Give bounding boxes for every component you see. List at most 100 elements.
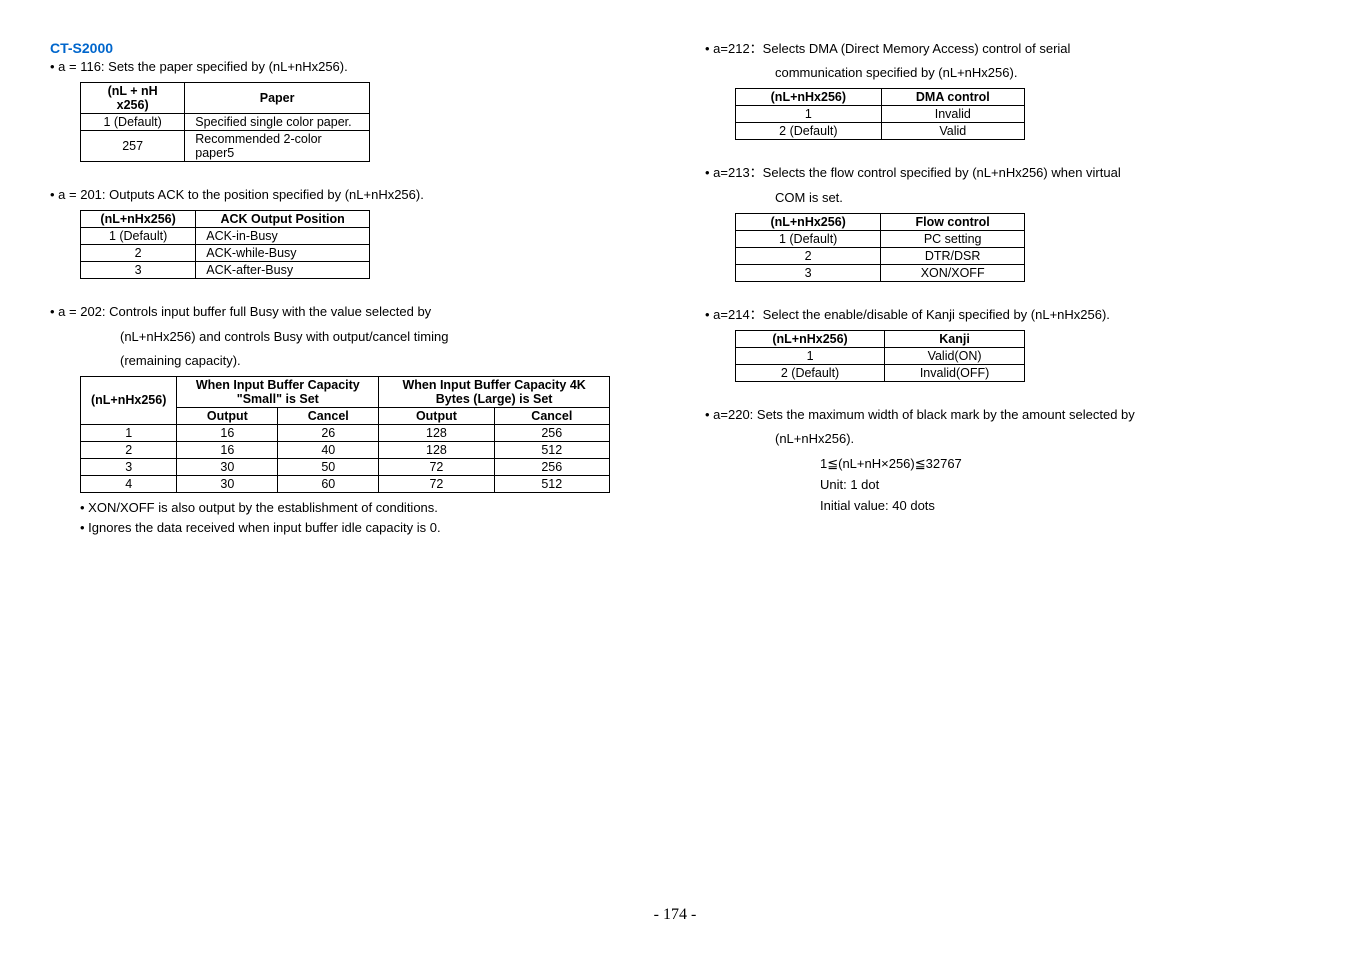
table-header: ACK Output Position [196,211,370,228]
table-header: (nL+nHx256) [736,213,881,230]
table-cell: 3 [81,262,196,279]
a202-cont2: (remaining capacity). [50,352,645,370]
table-row: 3 30 50 72 256 [81,458,610,475]
model-title: CT-S2000 [50,40,645,56]
table-cell: 3 [736,264,881,281]
two-column-layout: CT-S2000 • a = 116: Sets the paper speci… [50,40,1300,539]
table-header: (nL+nHx256) [81,376,177,424]
table-header: Paper [185,83,370,114]
table-cell: 128 [379,441,494,458]
table-header: Kanji [885,330,1025,347]
table-row: 2 ACK-while-Busy [81,245,370,262]
table-cell: XON/XOFF [881,264,1025,281]
table-row: 3 XON/XOFF [736,264,1025,281]
table-cell: ACK-while-Busy [196,245,370,262]
table-cell: 128 [379,424,494,441]
table-cell: Valid(ON) [885,347,1025,364]
table-cell: Valid [881,123,1024,140]
table-cell: 30 [177,458,278,475]
table-cell: 26 [278,424,379,441]
table-cell: 2 [736,247,881,264]
table-cell: 2 (Default) [736,123,882,140]
table-row: 2 DTR/DSR [736,247,1025,264]
table-cell: 2 [81,245,196,262]
table-cell: 72 [379,475,494,492]
left-column: CT-S2000 • a = 116: Sets the paper speci… [50,40,645,539]
table-cell: 2 [81,441,177,458]
table-cell: Invalid(OFF) [885,364,1025,381]
table-cell: PC setting [881,230,1025,247]
a116-table: (nL + nH x256) Paper 1 (Default) Specifi… [80,82,370,162]
table-header: (nL+nHx256) [736,89,882,106]
table-cell: Specified single color paper. [185,114,370,131]
a202-bullet: • a = 202: Controls input buffer full Bu… [50,303,645,321]
table-cell: 3 [81,458,177,475]
table-cell: 72 [379,458,494,475]
table-header: (nL + nH x256) [81,83,185,114]
table-subheader: Cancel [494,407,609,424]
right-column: • a=212：Selects DMA (Direct Memory Acces… [705,40,1300,539]
table-cell: 30 [177,475,278,492]
a220-cont: (nL+nHx256). [705,430,1300,448]
a214-bullet: • a=214：Select the enable/disable of Kan… [705,306,1300,324]
note-line: • Ignores the data received when input b… [80,519,645,537]
table-cell: 512 [494,475,609,492]
table-row: 1 16 26 128 256 [81,424,610,441]
table-cell: 1 [736,106,882,123]
table-subheader: Output [177,407,278,424]
table-cell: Invalid [881,106,1024,123]
table-header: (nL+nHx256) [736,330,885,347]
a213-cont: COM is set. [705,189,1300,207]
formula-line: Initial value: 40 dots [820,496,1300,517]
table-cell: 60 [278,475,379,492]
table-header: Flow control [881,213,1025,230]
table-row: 2 (Default) Valid [736,123,1025,140]
a214-table: (nL+nHx256) Kanji 1 Valid(ON) 2 (Default… [735,330,1025,382]
a213-bullet: • a=213：Selects the flow control specifi… [705,164,1300,182]
table-cell: Recommended 2-color paper5 [185,131,370,162]
table-subheader: Cancel [278,407,379,424]
table-header: (nL+nHx256) [81,211,196,228]
note-line: • XON/XOFF is also output by the establi… [80,499,645,517]
table-row: 3 ACK-after-Busy [81,262,370,279]
a212-cont: communication specified by (nL+nHx256). [705,64,1300,82]
table-cell: 16 [177,424,278,441]
table-cell: 257 [81,131,185,162]
a220-bullet: • a=220: Sets the maximum width of black… [705,406,1300,424]
table-header: When Input Buffer Capacity 4K Bytes (Lar… [379,376,610,407]
table-cell: 1 [736,347,885,364]
table-header: DMA control [881,89,1024,106]
table-row: 2 (Default) Invalid(OFF) [736,364,1025,381]
table-cell: ACK-in-Busy [196,228,370,245]
table-cell: DTR/DSR [881,247,1025,264]
a212-bullet: • a=212：Selects DMA (Direct Memory Acces… [705,40,1300,58]
table-row: 1 Invalid [736,106,1025,123]
a212-table: (nL+nHx256) DMA control 1 Invalid 2 (Def… [735,88,1025,140]
table-cell: 2 (Default) [736,364,885,381]
a202-table: (nL+nHx256) When Input Buffer Capacity "… [80,376,610,493]
table-cell: 256 [494,424,609,441]
table-cell: 1 (Default) [81,228,196,245]
table-row: 2 16 40 128 512 [81,441,610,458]
a201-table: (nL+nHx256) ACK Output Position 1 (Defau… [80,210,370,279]
table-cell: 16 [177,441,278,458]
a202-cont1: (nL+nHx256) and controls Busy with outpu… [50,328,645,346]
table-row: 257 Recommended 2-color paper5 [81,131,370,162]
a201-bullet: • a = 201: Outputs ACK to the position s… [50,186,645,204]
table-row: 1 (Default) ACK-in-Busy [81,228,370,245]
a116-bullet: • a = 116: Sets the paper specified by (… [50,58,645,76]
table-row: 1 (Default) PC setting [736,230,1025,247]
table-cell: 4 [81,475,177,492]
table-row: 1 (Default) Specified single color paper… [81,114,370,131]
table-cell: 256 [494,458,609,475]
table-cell: 1 [81,424,177,441]
table-cell: 40 [278,441,379,458]
a202-notes: • XON/XOFF is also output by the establi… [80,499,645,537]
table-row: 1 Valid(ON) [736,347,1025,364]
table-cell: 1 (Default) [736,230,881,247]
table-cell: 512 [494,441,609,458]
table-cell: 50 [278,458,379,475]
a220-formula-block: 1≦(nL+nH×256)≦32767 Unit: 1 dot Initial … [705,454,1300,516]
table-header: When Input Buffer Capacity "Small" is Se… [177,376,379,407]
table-cell: ACK-after-Busy [196,262,370,279]
